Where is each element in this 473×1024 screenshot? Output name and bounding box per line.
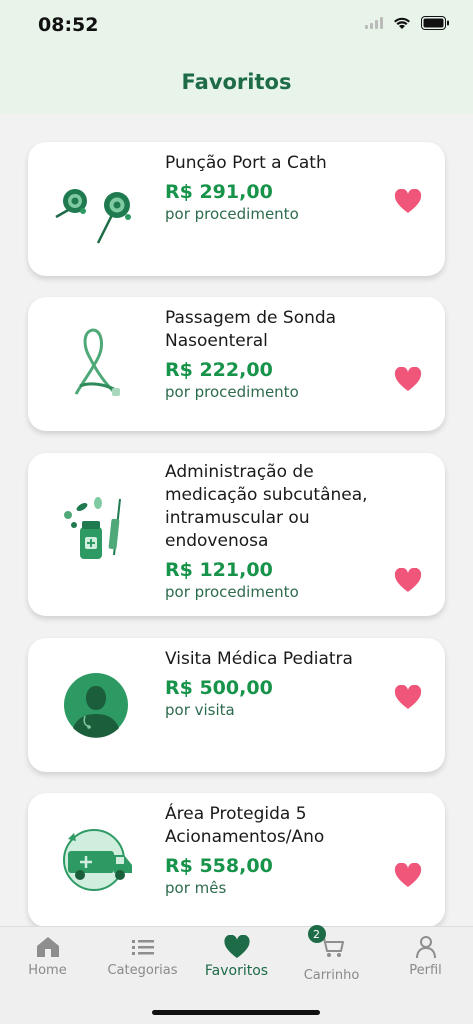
price-unit: por visita bbox=[165, 701, 235, 719]
medication-syringe-icon bbox=[46, 483, 146, 583]
home-indicator bbox=[152, 1010, 320, 1015]
cart-badge: 2 bbox=[307, 925, 326, 943]
card-body: Administração de medicação subcutânea, i… bbox=[165, 461, 389, 601]
card-body: Visita Médica Pediatra R$ 500,00 por vis… bbox=[165, 648, 389, 719]
favorite-toggle-button[interactable] bbox=[393, 861, 423, 889]
service-name: Área Protegida 5 Acionamentos/Ano bbox=[165, 804, 325, 847]
favorite-toggle-button[interactable] bbox=[393, 187, 423, 215]
heart-icon bbox=[394, 188, 422, 213]
signal-icon bbox=[365, 17, 383, 29]
service-price: R$ 291,00 bbox=[165, 181, 273, 203]
wifi-icon bbox=[394, 17, 410, 29]
tab-home[interactable]: Home bbox=[0, 935, 95, 978]
tab-label: Favoritos bbox=[204, 963, 269, 979]
favorite-card[interactable]: Visita Médica Pediatra R$ 500,00 por vis… bbox=[28, 638, 445, 772]
probe-tube-icon bbox=[46, 314, 146, 414]
heart-icon bbox=[394, 684, 422, 709]
card-body: Passagem de Sonda Nasoenteral R$ 222,00 … bbox=[165, 307, 389, 401]
tab-perfil[interactable]: Perfil bbox=[378, 935, 473, 978]
price-unit: por mês bbox=[165, 879, 227, 897]
card-body: Área Protegida 5 Acionamentos/Ano R$ 558… bbox=[165, 803, 389, 897]
favorite-card[interactable]: Área Protegida 5 Acionamentos/Ano R$ 558… bbox=[28, 793, 445, 926]
page-title: Favoritos bbox=[181, 70, 292, 94]
service-name: Passagem de Sonda Nasoenteral bbox=[165, 308, 337, 351]
home-icon bbox=[36, 937, 59, 957]
favorites-list[interactable]: Punção Port a Cath R$ 291,00 por procedi… bbox=[0, 114, 473, 926]
price-unit: por procedimento bbox=[165, 205, 299, 223]
nav-header: Favoritos bbox=[0, 50, 473, 114]
favorite-toggle-button[interactable] bbox=[393, 365, 423, 393]
tab-label: Carrinho bbox=[303, 968, 360, 983]
favorite-card[interactable]: Punção Port a Cath R$ 291,00 por procedi… bbox=[28, 142, 445, 276]
service-name: Visita Médica Pediatra bbox=[165, 649, 353, 669]
tab-categorias[interactable]: Categorias bbox=[95, 935, 190, 978]
favorite-toggle-button[interactable] bbox=[393, 566, 423, 594]
tab-label: Perfil bbox=[409, 963, 442, 978]
status-time: 08:52 bbox=[38, 14, 99, 36]
status-bar: 08:52 bbox=[0, 0, 473, 50]
cart-icon-wrap: 2 bbox=[307, 925, 346, 964]
service-name: Administração de medicação subcutânea, i… bbox=[165, 462, 368, 551]
service-price: R$ 500,00 bbox=[165, 677, 273, 699]
favorite-card[interactable]: Administração de medicação subcutânea, i… bbox=[28, 453, 445, 616]
price-unit: por procedimento bbox=[165, 383, 299, 401]
port-a-cath-icon bbox=[46, 159, 146, 259]
tab-favoritos[interactable]: Favoritos bbox=[189, 935, 284, 979]
favorite-card[interactable]: Passagem de Sonda Nasoenteral R$ 222,00 … bbox=[28, 297, 445, 431]
person-icon bbox=[415, 936, 436, 959]
card-body: Punção Port a Cath R$ 291,00 por procedi… bbox=[165, 152, 389, 223]
heart-icon bbox=[394, 862, 422, 887]
tab-label: Home bbox=[28, 963, 67, 978]
service-price: R$ 121,00 bbox=[165, 559, 273, 581]
ambulance-icon bbox=[46, 810, 146, 910]
heart-icon bbox=[394, 366, 422, 391]
heart-icon bbox=[394, 567, 422, 592]
favorite-toggle-button[interactable] bbox=[393, 683, 423, 711]
battery-icon bbox=[421, 16, 449, 30]
doctor-avatar-icon bbox=[46, 655, 146, 755]
price-unit: por procedimento bbox=[165, 583, 299, 601]
tab-label: Categorias bbox=[107, 963, 178, 978]
service-name: Punção Port a Cath bbox=[165, 153, 327, 173]
service-price: R$ 222,00 bbox=[165, 359, 273, 381]
list-icon bbox=[131, 940, 154, 955]
status-icons bbox=[365, 16, 449, 30]
heart-icon bbox=[223, 935, 250, 959]
tab-bar: Home Categorias Favoritos 2 Carrinho Per bbox=[0, 925, 473, 1024]
tab-carrinho[interactable]: 2 Carrinho bbox=[284, 925, 379, 983]
service-price: R$ 558,00 bbox=[165, 855, 273, 877]
